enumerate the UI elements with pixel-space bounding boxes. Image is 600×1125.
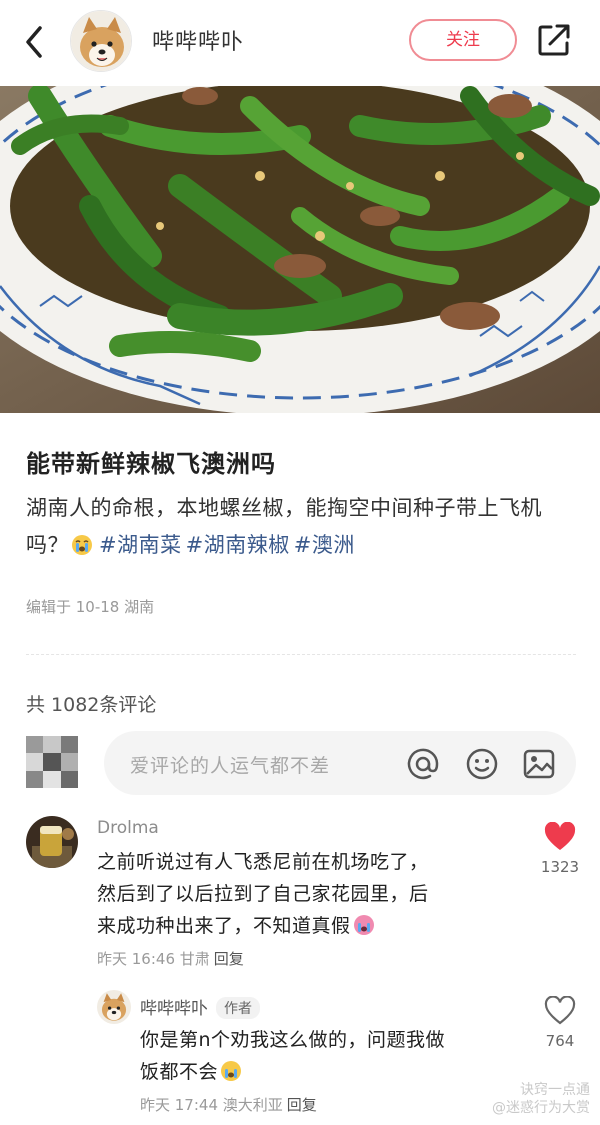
comment-meta: 昨天 16:46 甘肃 回复 bbox=[97, 948, 244, 969]
reply-line: 饭都不会 bbox=[140, 1056, 445, 1088]
reply-line: 你是第n个劝我这么做的，问题我做 bbox=[140, 1029, 446, 1051]
comment-line: 之前听说过有人飞悉尼前在机场吃了， bbox=[97, 851, 429, 873]
emoji-face-icon[interactable] bbox=[465, 747, 499, 781]
share-icon[interactable] bbox=[536, 22, 572, 58]
shiba-dog-icon bbox=[71, 11, 131, 71]
author-name[interactable]: 哔哔哔卟 bbox=[152, 24, 244, 56]
like-button[interactable]: 764 bbox=[536, 995, 584, 1050]
reply-author-name[interactable]: 哔哔哔卟 bbox=[140, 999, 208, 1019]
comment-time-location: 昨天 16:46 甘肃 bbox=[97, 950, 210, 968]
post-body: 湖南人的命根，本地螺丝椒，能掏空中间种子带上飞机吗？ #湖南菜 #湖南辣椒 #澳洲 bbox=[26, 490, 576, 564]
reply-button[interactable]: 回复 bbox=[214, 950, 244, 968]
like-count: 1323 bbox=[540, 858, 580, 876]
crying-face-emoji-icon bbox=[221, 1061, 242, 1081]
hashtag-hunan-cuisine[interactable]: #湖南菜 bbox=[99, 533, 182, 557]
watermark-line: @迷惑行为大赏 bbox=[492, 1100, 590, 1116]
reply-line-text: 饭都不会 bbox=[140, 1061, 219, 1083]
heart-filled-icon bbox=[544, 821, 576, 850]
section-divider bbox=[26, 654, 576, 655]
top-bar: 哔哔哔卟 关注 bbox=[0, 0, 600, 86]
crying-face-emoji-icon bbox=[72, 535, 92, 555]
comment-line: 来成功种出来了，不知道真假 bbox=[97, 910, 429, 942]
heart-outline-icon bbox=[544, 995, 576, 1025]
comment-text: 之前听说过有人飞悉尼前在机场吃了， 然后到了以后拉到了自己家花园里，后 来成功种… bbox=[97, 846, 429, 942]
edit-timestamp: 编辑于 10-18 湖南 bbox=[26, 598, 155, 616]
commenter-name[interactable]: Drolma bbox=[97, 818, 159, 838]
reply-button[interactable]: 回复 bbox=[287, 1096, 317, 1114]
image-picker-icon[interactable] bbox=[522, 747, 556, 781]
my-avatar[interactable] bbox=[26, 736, 78, 788]
commenter-avatar[interactable] bbox=[26, 816, 78, 868]
comment-count: 共 1082条评论 bbox=[26, 694, 157, 716]
reply-author-avatar[interactable] bbox=[97, 990, 131, 1024]
watermark: 诀窍一点通 @迷惑行为大赏 bbox=[492, 1081, 590, 1117]
author-badge: 作者 bbox=[216, 997, 260, 1019]
reply-meta: 昨天 17:44 澳大利亚 回复 bbox=[140, 1094, 317, 1115]
back-arrow-icon[interactable] bbox=[20, 22, 50, 62]
pepper-dish-image bbox=[0, 86, 600, 413]
comment-input-placeholder: 爱评论的人运气都不差 bbox=[130, 755, 331, 777]
hashtag-australia[interactable]: #澳洲 bbox=[294, 533, 355, 557]
at-mention-icon[interactable] bbox=[406, 747, 440, 781]
shiba-dog-icon bbox=[97, 990, 131, 1024]
comment-line: 然后到了以后拉到了自己家花园里，后 bbox=[97, 883, 429, 905]
watermark-line: 诀窍一点通 bbox=[520, 1082, 590, 1098]
like-button[interactable]: 1323 bbox=[536, 821, 584, 876]
hashtag-hunan-chili[interactable]: #湖南辣椒 bbox=[186, 533, 290, 557]
reply-author-name-row: 哔哔哔卟 作者 bbox=[140, 994, 260, 1019]
crying-face-emoji-icon bbox=[353, 915, 374, 935]
reply-text: 你是第n个劝我这么做的，问题我做 饭都不会 bbox=[140, 1024, 445, 1088]
like-count: 764 bbox=[545, 1032, 575, 1050]
author-avatar[interactable] bbox=[70, 10, 132, 72]
post-photo[interactable] bbox=[0, 86, 600, 413]
post-title: 能带新鲜辣椒飞澳洲吗 bbox=[26, 450, 276, 478]
follow-button[interactable]: 关注 bbox=[409, 19, 517, 61]
drink-photo-icon bbox=[26, 816, 78, 868]
comment-input[interactable]: 爱评论的人运气都不差 bbox=[104, 731, 576, 795]
comment-line-text: 来成功种出来了，不知道真假 bbox=[97, 915, 351, 937]
reply-time-location: 昨天 17:44 澳大利亚 bbox=[140, 1096, 283, 1114]
